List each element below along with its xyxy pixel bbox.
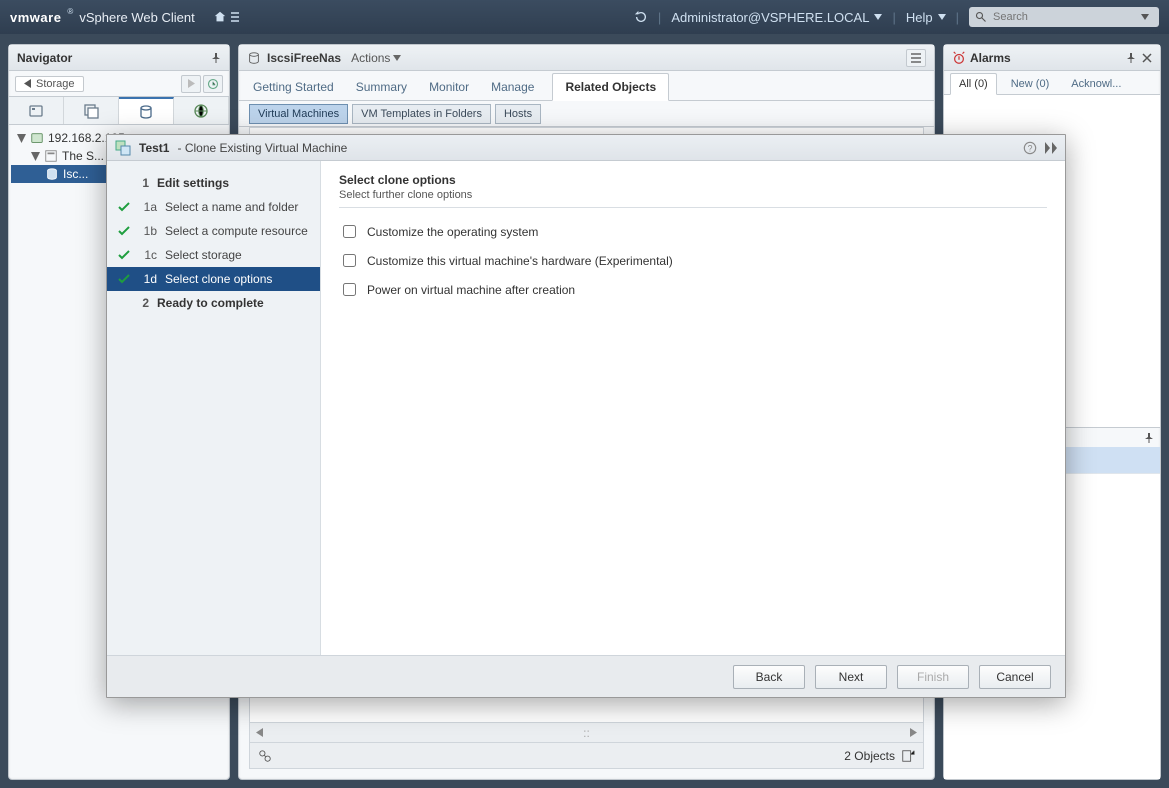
step-1a[interactable]: 1a Select a name and folder xyxy=(107,195,320,219)
alarm-tab-all[interactable]: All (0) xyxy=(950,73,997,95)
pin-icon[interactable] xyxy=(1144,433,1154,443)
nav-tab-networking[interactable] xyxy=(174,97,229,124)
search-box[interactable] xyxy=(969,7,1159,27)
brand-title: vSphere Web Client xyxy=(79,10,194,25)
user-label: Administrator@VSPHERE.LOCAL xyxy=(671,10,869,25)
expand-icon xyxy=(31,152,40,161)
opt-customize-os-checkbox[interactable] xyxy=(343,225,356,238)
tree-dc-label: The S... xyxy=(62,149,104,163)
nav-tab-vms[interactable] xyxy=(64,97,119,124)
actions-menu[interactable]: Actions xyxy=(351,51,401,65)
subtab-vm-templates[interactable]: VM Templates in Folders xyxy=(352,104,491,124)
opt-customize-hw[interactable]: Customize this virtual machine's hardwar… xyxy=(339,251,1047,270)
alarm-icon xyxy=(952,51,966,65)
chevron-down-icon xyxy=(1141,14,1149,20)
opt-customize-hw-label: Customize this virtual machine's hardwar… xyxy=(367,254,673,268)
nav-tab-hosts[interactable] xyxy=(9,97,64,124)
main-menu-icon[interactable] xyxy=(906,49,926,67)
opt-power-on-label: Power on virtual machine after creation xyxy=(367,283,575,297)
check-icon xyxy=(118,250,130,260)
back-button[interactable]: Back xyxy=(733,665,805,689)
tab-getting-started[interactable]: Getting Started xyxy=(249,74,338,100)
step-1d[interactable]: 1d Select clone options xyxy=(107,267,320,291)
alarm-tab-ack[interactable]: Acknowl... xyxy=(1063,74,1129,94)
breadcrumb-label: Storage xyxy=(36,78,75,90)
opt-customize-os-label: Customize the operating system xyxy=(367,225,538,239)
check-icon xyxy=(118,202,130,212)
next-button[interactable]: Next xyxy=(815,665,887,689)
opt-power-on-checkbox[interactable] xyxy=(343,283,356,296)
svg-text:?: ? xyxy=(1028,143,1033,153)
vcenter-icon xyxy=(30,131,44,145)
check-icon xyxy=(118,274,130,284)
finish-button[interactable]: Finish xyxy=(897,665,969,689)
chevron-down-icon xyxy=(938,14,946,20)
step-1b[interactable]: 1b Select a compute resource xyxy=(107,219,320,243)
chevron-down-icon xyxy=(874,14,882,20)
scroll-left-icon[interactable] xyxy=(256,728,263,737)
help-label: Help xyxy=(906,10,933,25)
chevron-down-icon xyxy=(393,55,401,61)
content-heading: Select clone options xyxy=(339,173,1047,187)
brand-vm: vmware xyxy=(10,10,61,25)
opt-customize-os[interactable]: Customize the operating system xyxy=(339,222,1047,241)
expand-icon xyxy=(17,134,26,143)
alarms-title: Alarms xyxy=(970,51,1011,65)
tree-ds-label: Isc... xyxy=(63,167,88,181)
tab-monitor[interactable]: Monitor xyxy=(425,74,473,100)
refresh-icon[interactable] xyxy=(634,10,648,24)
vm-clone-icon xyxy=(115,140,131,156)
export-icon[interactable] xyxy=(901,749,915,763)
help-menu[interactable]: Help xyxy=(906,10,946,25)
actions-label: Actions xyxy=(351,51,390,65)
breadcrumb-forward[interactable] xyxy=(181,75,201,93)
tab-manage[interactable]: Manage xyxy=(487,74,538,100)
cancel-button[interactable]: Cancel xyxy=(979,665,1051,689)
expand-icon[interactable] xyxy=(1045,142,1057,154)
step-group-2: 2 Ready to complete xyxy=(107,291,320,315)
datastore-icon xyxy=(247,51,261,65)
datacenter-icon xyxy=(44,149,58,163)
dialog-title-prefix: Test1 xyxy=(139,141,169,155)
tab-related-objects[interactable]: Related Objects xyxy=(552,73,669,101)
opt-customize-hw-checkbox[interactable] xyxy=(343,254,356,267)
user-menu[interactable]: Administrator@VSPHERE.LOCAL xyxy=(671,10,882,25)
find-icon[interactable] xyxy=(258,749,272,763)
clone-wizard-dialog: Test1 - Clone Existing Virtual Machine ?… xyxy=(106,134,1066,698)
pin-icon[interactable] xyxy=(1126,53,1136,63)
home-button[interactable] xyxy=(213,10,240,24)
brand-reg: ® xyxy=(67,7,73,16)
breadcrumb-back[interactable]: Storage xyxy=(15,76,84,92)
help-icon[interactable]: ? xyxy=(1023,141,1037,155)
chevron-left-icon xyxy=(24,79,31,88)
subtab-virtual-machines[interactable]: Virtual Machines xyxy=(249,104,348,124)
close-icon[interactable] xyxy=(1142,53,1152,63)
dialog-title-suffix: Clone Existing Virtual Machine xyxy=(185,141,348,155)
check-icon xyxy=(118,226,130,236)
content-subheading: Select further clone options xyxy=(339,189,1047,201)
alarm-tab-new[interactable]: New (0) xyxy=(1003,74,1058,94)
nav-tab-storage[interactable] xyxy=(119,97,174,124)
search-icon xyxy=(975,11,987,23)
objects-count: 2 Objects xyxy=(844,749,895,763)
navigator-title: Navigator xyxy=(17,51,72,65)
main-title: IscsiFreeNas xyxy=(267,51,341,65)
opt-power-on[interactable]: Power on virtual machine after creation xyxy=(339,280,1047,299)
scroll-right-icon[interactable] xyxy=(910,728,917,737)
step-1c[interactable]: 1c Select storage xyxy=(107,243,320,267)
pin-icon[interactable] xyxy=(211,53,221,63)
menu-lines-icon xyxy=(230,11,240,23)
search-input[interactable] xyxy=(991,10,1141,24)
tab-summary[interactable]: Summary xyxy=(352,74,411,100)
step-group-1: 1 Edit settings xyxy=(107,171,320,195)
breadcrumb-history[interactable] xyxy=(203,75,223,93)
subtab-hosts[interactable]: Hosts xyxy=(495,104,541,124)
datastore-icon xyxy=(45,167,59,181)
